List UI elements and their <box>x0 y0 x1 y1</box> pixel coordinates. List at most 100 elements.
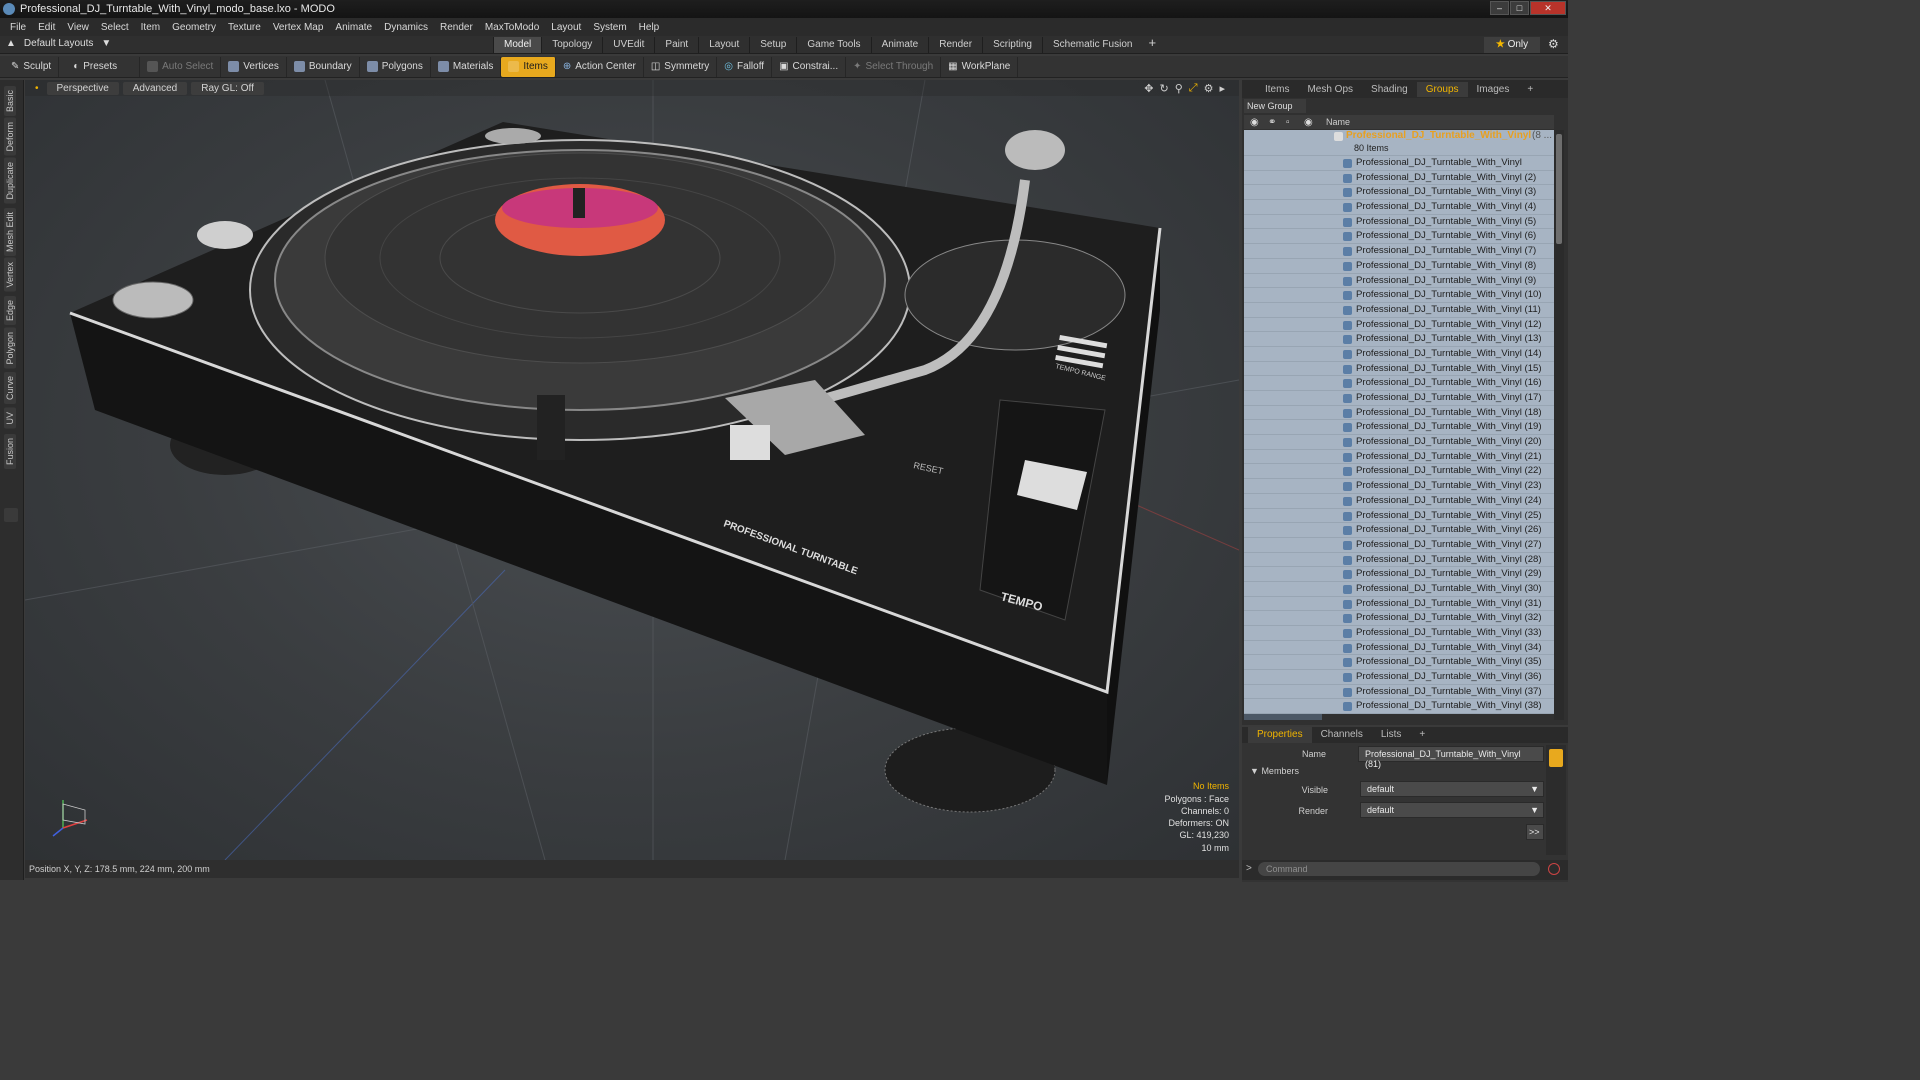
presets-button[interactable]: ◐ Presets <box>59 56 141 77</box>
list-item[interactable]: Professional_DJ_Turntable_With_Vinyl (18… <box>1244 405 1554 421</box>
tab-setup[interactable]: Setup <box>749 37 796 53</box>
name-column-header[interactable]: Name <box>1326 117 1350 127</box>
menu-vertex-map[interactable]: Vertex Map <box>267 22 330 33</box>
tab-schematic-fusion[interactable]: Schematic Fusion <box>1041 37 1142 53</box>
maximize-viewport-icon[interactable]: ⤢ <box>1189 82 1198 95</box>
tab-groups[interactable]: Groups <box>1416 81 1468 97</box>
tab-channels[interactable]: Channels <box>1312 727 1372 743</box>
viewport-settings-icon[interactable]: ⚙ <box>1204 82 1214 95</box>
list-item[interactable]: Professional_DJ_Turntable_With_Vinyl (31… <box>1244 596 1554 612</box>
action-center-button[interactable]: ⊕ Action Center <box>556 56 644 77</box>
list-item[interactable]: Professional_DJ_Turntable_With_Vinyl (3) <box>1244 185 1554 201</box>
list-item[interactable]: Professional_DJ_Turntable_With_Vinyl (5) <box>1244 214 1554 230</box>
list-item[interactable]: Professional_DJ_Turntable_With_Vinyl (7) <box>1244 244 1554 259</box>
tab-render[interactable]: Render <box>928 37 982 53</box>
list-item[interactable]: Professional_DJ_Turntable_With_Vinyl (32… <box>1244 611 1554 626</box>
lock-column-icon[interactable]: ⚭ <box>1268 117 1276 128</box>
3d-viewport[interactable]: TEMPO RESET TEMPO RANGE PROFESSIONAL TUR… <box>25 80 1239 860</box>
pan-icon[interactable]: ✥ <box>1144 82 1153 95</box>
tab-properties[interactable]: Properties <box>1248 727 1312 743</box>
raygl-button[interactable]: Ray GL: Off <box>191 81 264 95</box>
list-scrollbar[interactable] <box>1554 130 1564 720</box>
tab-mesh-ops[interactable]: Mesh Ops <box>1298 82 1362 97</box>
add-tab-button[interactable]: + <box>1142 36 1162 53</box>
list-item[interactable]: Professional_DJ_Turntable_With_Vinyl (37… <box>1244 684 1554 700</box>
menu-render[interactable]: Render <box>434 22 479 33</box>
eye-column-icon[interactable]: ◉ <box>1250 117 1259 128</box>
menu-maxtomodo[interactable]: MaxToModo <box>479 22 545 33</box>
menu-file[interactable]: File <box>4 22 32 33</box>
more-button[interactable]: >> <box>1526 824 1544 840</box>
list-item[interactable]: Professional_DJ_Turntable_With_Vinyl (38… <box>1244 699 1554 715</box>
list-item[interactable]: Professional_DJ_Turntable_With_Vinyl (10… <box>1244 288 1554 303</box>
viewport-menu-icon[interactable]: • <box>31 83 43 94</box>
list-item[interactable]: Professional_DJ_Turntable_With_Vinyl (17… <box>1244 391 1554 406</box>
vertices-button[interactable]: Vertices <box>221 56 287 77</box>
falloff-button[interactable]: ◎ Falloff <box>717 56 773 77</box>
menu-item[interactable]: Item <box>135 22 166 33</box>
tab-polygon[interactable]: Polygon <box>4 328 16 369</box>
tab-vertex[interactable]: Vertex <box>4 258 16 292</box>
list-item[interactable]: Professional_DJ_Turntable_With_Vinyl (14… <box>1244 346 1554 362</box>
menu-edit[interactable]: Edit <box>32 22 61 33</box>
menu-geometry[interactable]: Geometry <box>166 22 222 33</box>
materials-button[interactable]: Materials <box>431 56 502 77</box>
list-item[interactable]: Professional_DJ_Turntable_With_Vinyl (24… <box>1244 493 1554 509</box>
list-item[interactable]: Professional_DJ_Turntable_With_Vinyl (33… <box>1244 626 1554 641</box>
only-toggle[interactable]: ★ Only <box>1484 37 1540 53</box>
tab-basic[interactable]: Basic <box>4 86 16 117</box>
visible-dropdown[interactable]: default ▼ <box>1360 781 1544 797</box>
tab-images[interactable]: Images <box>1468 82 1519 97</box>
tab-items[interactable]: Items <box>1256 82 1298 97</box>
properties-side-tab[interactable] <box>1549 749 1563 767</box>
maximize-button[interactable]: □ <box>1510 1 1529 15</box>
tab-animate[interactable]: Animate <box>870 37 929 53</box>
view-perspective-button[interactable]: Perspective <box>46 81 119 95</box>
list-item[interactable]: Professional_DJ_Turntable_With_Vinyl (13… <box>1244 332 1554 347</box>
command-input[interactable]: Command <box>1258 862 1540 876</box>
list-item[interactable]: Professional_DJ_Turntable_With_Vinyl (29… <box>1244 567 1554 582</box>
tab-uvedit[interactable]: UVEdit <box>602 37 654 53</box>
tab-paint[interactable]: Paint <box>654 37 698 53</box>
list-item[interactable]: Professional_DJ_Turntable_With_Vinyl (35… <box>1244 655 1554 671</box>
minimize-button[interactable]: – <box>1490 1 1509 15</box>
select-column-icon[interactable]: ▫ <box>1286 117 1290 128</box>
list-item[interactable]: Professional_DJ_Turntable_With_Vinyl (22… <box>1244 464 1554 480</box>
list-item[interactable]: Professional_DJ_Turntable_With_Vinyl (6) <box>1244 229 1554 245</box>
rotate-icon[interactable]: ↻ <box>1160 82 1169 95</box>
list-item[interactable]: Professional_DJ_Turntable_With_Vinyl (8) <box>1244 258 1554 274</box>
group-row[interactable]: Professional_DJ_Turntable_With_Vinyl (8 … <box>1244 130 1554 156</box>
shading-advanced-button[interactable]: Advanced <box>122 81 188 95</box>
menu-select[interactable]: Select <box>95 22 135 33</box>
list-item[interactable]: Professional_DJ_Turntable_With_Vinyl (20… <box>1244 435 1554 450</box>
command-history-icon[interactable] <box>1548 863 1560 875</box>
tab-model[interactable]: Model <box>493 37 542 53</box>
tab-scripting[interactable]: Scripting <box>982 37 1042 53</box>
items-button[interactable]: Items <box>501 56 556 77</box>
zoom-icon[interactable]: ⚲ <box>1175 82 1183 95</box>
expand-arrow-icon[interactable]: ▸ <box>1219 82 1225 95</box>
list-item[interactable]: Professional_DJ_Turntable_With_Vinyl (19… <box>1244 420 1554 436</box>
members-section[interactable]: ▼ Members <box>1250 766 1299 776</box>
name-field[interactable]: Professional_DJ_Turntable_With_Vinyl (81… <box>1358 746 1544 769</box>
menu-dynamics[interactable]: Dynamics <box>378 22 434 33</box>
render-column-icon[interactable]: ◉ <box>1304 117 1313 128</box>
menu-layout[interactable]: Layout <box>545 22 587 33</box>
polygons-button[interactable]: Polygons <box>360 56 431 77</box>
tab-layout[interactable]: Layout <box>698 37 749 53</box>
auto-select-button[interactable]: Auto Select <box>140 56 222 77</box>
tab-deform[interactable]: Deform <box>4 118 16 156</box>
tab-duplicate[interactable]: Duplicate <box>4 158 16 204</box>
add-properties-tab-button[interactable]: + <box>1410 727 1434 743</box>
list-item[interactable]: Professional_DJ_Turntable_With_Vinyl (9) <box>1244 273 1554 289</box>
scrollbar-thumb[interactable] <box>1556 134 1562 244</box>
tab-topology[interactable]: Topology <box>541 37 602 53</box>
boundary-button[interactable]: Boundary <box>287 56 360 77</box>
expand-tools-icon[interactable] <box>4 508 18 522</box>
list-item[interactable]: Professional_DJ_Turntable_With_Vinyl (25… <box>1244 508 1554 524</box>
menu-help[interactable]: Help <box>633 22 666 33</box>
tab-edge[interactable]: Edge <box>4 296 16 326</box>
close-button[interactable]: ✕ <box>1530 1 1566 15</box>
default-layouts-dropdown[interactable]: ▲ Default Layouts ▼ <box>6 38 111 49</box>
list-item[interactable]: Professional_DJ_Turntable_With_Vinyl (27… <box>1244 537 1554 553</box>
